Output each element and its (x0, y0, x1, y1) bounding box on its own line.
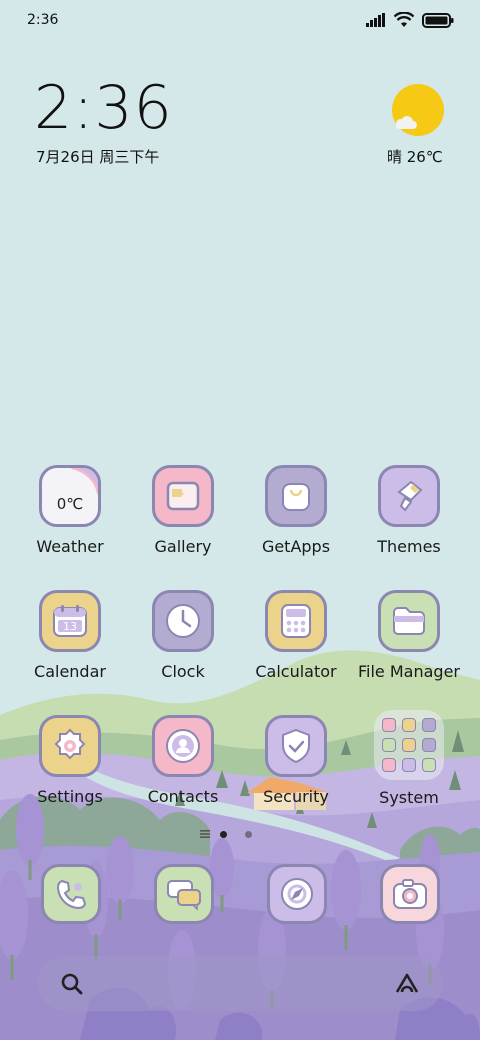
app-label: Settings (37, 787, 103, 806)
app-file-manager[interactable]: File Manager (353, 590, 465, 681)
calculator-icon (265, 590, 327, 652)
app-label: System (379, 788, 439, 807)
app-contacts[interactable]: Contacts (127, 715, 239, 806)
app-label: Calendar (34, 662, 106, 681)
calendar-icon: 13 (39, 590, 101, 652)
contacts-icon (152, 715, 214, 777)
messages-icon (167, 880, 201, 911)
app-label: Calculator (255, 662, 337, 681)
app-label: Contacts (147, 787, 219, 806)
app-label: File Manager (358, 662, 460, 681)
folder-icon (378, 590, 440, 652)
app-label: Themes (377, 537, 441, 556)
camera-icon (393, 879, 427, 909)
status-icons (366, 12, 454, 28)
clock-widget-time[interactable]: 2:36 (34, 78, 173, 138)
dock-messages[interactable] (154, 864, 214, 924)
app-label: Clock (161, 662, 205, 681)
calendar-day: 13 (63, 620, 77, 633)
page-dot-active[interactable] (220, 830, 227, 838)
sunny-weather-icon[interactable] (392, 84, 444, 136)
clock-widget-date[interactable]: 7月26日 周三下午 (36, 146, 159, 167)
search-bar[interactable] (38, 956, 443, 1011)
app-calculator[interactable]: Calculator (240, 590, 352, 681)
dock-browser[interactable] (267, 864, 327, 924)
wifi-icon (394, 12, 414, 27)
search-icon[interactable] (60, 972, 84, 996)
app-drawer-icon[interactable] (200, 830, 210, 838)
settings-gear-icon (39, 715, 101, 777)
folder-system[interactable]: System (353, 710, 465, 807)
app-settings[interactable]: Settings (14, 715, 126, 806)
shield-icon (265, 715, 327, 777)
app-weather[interactable]: 0℃ Weather (14, 465, 126, 556)
phone-icon (56, 879, 87, 910)
signal-icon (366, 13, 385, 27)
app-label: Weather (36, 537, 104, 556)
app-themes[interactable]: Themes (353, 465, 465, 556)
dock-phone[interactable] (41, 864, 101, 924)
status-time: 2:36 (27, 12, 59, 28)
weather-condition-temp[interactable]: 晴 26℃ (387, 146, 443, 167)
app-clock[interactable]: Clock (127, 590, 239, 681)
page-indicator[interactable] (200, 830, 252, 838)
app-label: GetApps (261, 537, 331, 556)
page-dot[interactable] (245, 830, 252, 838)
weather-app-temp: 0℃ (56, 495, 84, 513)
app-getapps[interactable]: GetApps (240, 465, 352, 556)
gallery-icon (152, 465, 214, 527)
paint-brush-icon (378, 465, 440, 527)
battery-icon (422, 12, 454, 28)
app-calendar[interactable]: 13 Calendar (14, 590, 126, 681)
app-label: Gallery (154, 537, 212, 556)
app-label: Security (263, 787, 329, 806)
assistant-icon[interactable] (393, 972, 421, 996)
app-security[interactable]: Security (240, 715, 352, 806)
clock-icon (152, 590, 214, 652)
app-gallery[interactable]: Gallery (127, 465, 239, 556)
weather-app-icon: 0℃ (39, 465, 101, 527)
dock-camera[interactable] (380, 864, 440, 924)
browser-compass-icon (281, 878, 313, 910)
system-folder-icon (374, 710, 444, 780)
shopping-bag-icon (265, 465, 327, 527)
status-bar: 2:36 (0, 0, 480, 44)
